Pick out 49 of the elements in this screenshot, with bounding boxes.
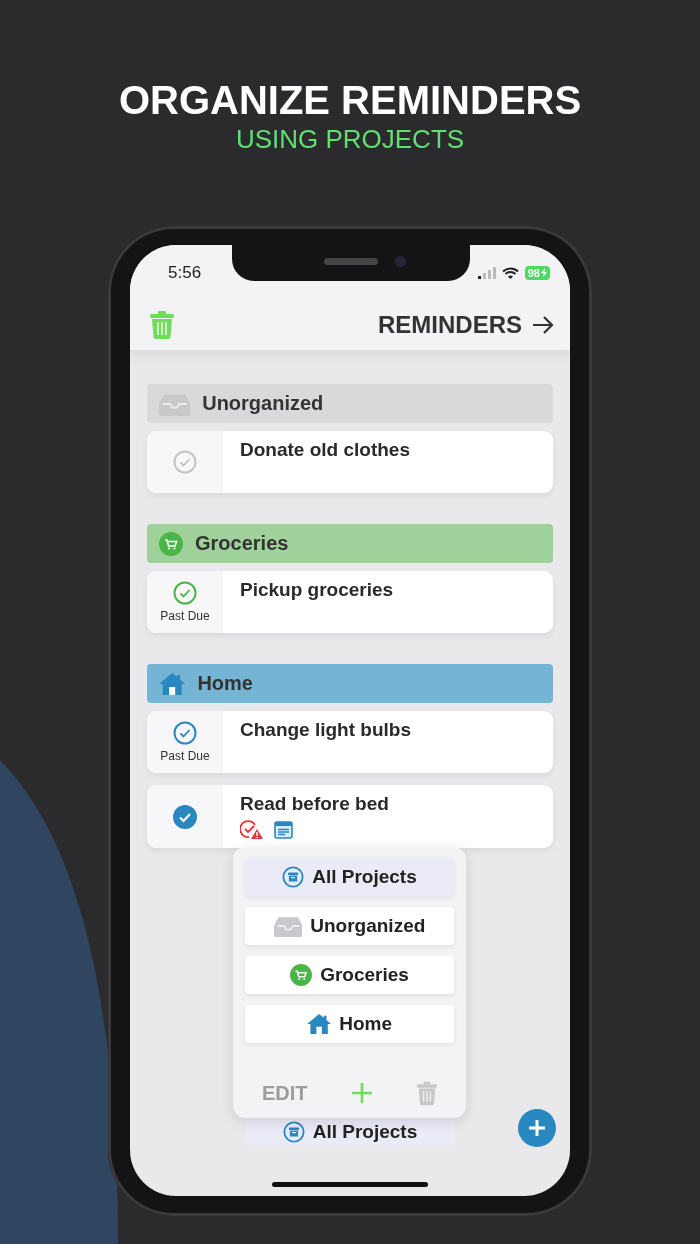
- trash-icon[interactable]: [417, 1080, 437, 1106]
- bolt-icon: [541, 268, 547, 277]
- subheadline: USING PROJECTS: [235, 124, 465, 154]
- project-picker[interactable]: All Projects: [245, 1118, 455, 1146]
- trash-icon[interactable]: [150, 311, 174, 339]
- reminder-card[interactable]: Past Due Pickup groceries: [147, 571, 553, 633]
- reminder-card[interactable]: Donate old clothes: [147, 431, 553, 493]
- inbox-icon: [273, 915, 303, 937]
- reminder-title: Donate old clothes: [240, 439, 410, 461]
- project-menu-item[interactable]: All Projects: [245, 858, 454, 896]
- arrow-right-icon[interactable]: [532, 316, 554, 334]
- reminder-card[interactable]: Past Due Change light bulbs: [147, 711, 553, 773]
- note-icon: [274, 821, 293, 839]
- reminder-card[interactable]: Read before bed: [147, 785, 553, 848]
- plus-icon: [528, 1119, 546, 1137]
- project-name: Unorganized: [202, 392, 324, 415]
- project-name: Home: [197, 672, 253, 695]
- project-header[interactable]: Unorganized: [147, 384, 553, 423]
- signal-icon: [477, 266, 496, 279]
- reminder-title: Change light bulbs: [240, 719, 411, 741]
- project-name: Groceries: [195, 532, 289, 555]
- inbox-icon: [159, 391, 191, 416]
- screen-title: REMINDERS: [377, 311, 522, 339]
- archive-icon: [282, 1121, 305, 1143]
- wifi-icon: [501, 266, 519, 279]
- cart-icon: [159, 531, 183, 556]
- project-header[interactable]: Groceries: [147, 524, 553, 563]
- due-status: Past Due: [160, 749, 210, 763]
- house-icon: [307, 1013, 332, 1035]
- archive-icon: [282, 866, 305, 888]
- check-circle-icon[interactable]: [173, 581, 197, 605]
- project-menu-item[interactable]: Groceries: [245, 956, 454, 994]
- battery-level: 98: [524, 265, 550, 280]
- status-time: 5:56: [168, 262, 202, 283]
- check-circle-icon[interactable]: [173, 450, 197, 474]
- project-header[interactable]: Home: [147, 664, 553, 703]
- reminder-title: Read before bed: [240, 793, 389, 815]
- project-menu-item[interactable]: Unorganized: [245, 907, 454, 945]
- reminder-title: Pickup groceries: [240, 579, 394, 601]
- headline: ORGANIZE REMINDERS: [118, 77, 582, 124]
- project-menu-item[interactable]: Home: [245, 1005, 454, 1043]
- house-icon: [159, 671, 186, 696]
- check-circle-icon[interactable]: [173, 721, 197, 745]
- checked-circle-icon[interactable]: [173, 804, 197, 829]
- add-button[interactable]: [518, 1109, 556, 1147]
- due-status: Past Due: [160, 609, 210, 623]
- overdue-alert-icon: [240, 820, 264, 840]
- cart-icon: [290, 964, 313, 986]
- plus-icon[interactable]: [352, 1083, 373, 1103]
